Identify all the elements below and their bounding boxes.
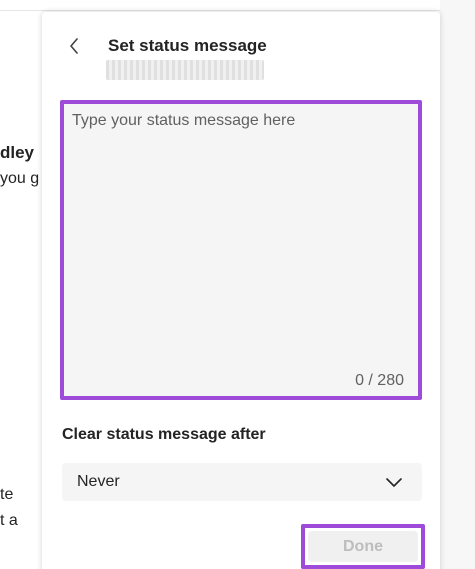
panel-header: Set status message bbox=[42, 12, 440, 82]
panel-title: Set status message bbox=[108, 36, 267, 55]
done-button-highlight: Done bbox=[301, 524, 425, 569]
top-divider bbox=[0, 10, 475, 11]
done-button[interactable]: Done bbox=[308, 531, 418, 562]
status-message-input[interactable] bbox=[72, 112, 410, 362]
backdrop bbox=[440, 0, 475, 569]
clear-after-selected: Never bbox=[77, 473, 120, 490]
background-text: you g bbox=[0, 170, 40, 187]
page: dley you g te t a Set status message 0 /… bbox=[0, 0, 475, 569]
background-text: t a bbox=[0, 512, 18, 529]
chevron-left-icon bbox=[70, 38, 78, 54]
background-text: te bbox=[0, 486, 14, 503]
user-name-redacted bbox=[106, 60, 264, 80]
set-status-panel: Set status message 0 / 280 Clear status … bbox=[42, 12, 440, 569]
status-message-box: 0 / 280 bbox=[60, 100, 422, 400]
back-button[interactable] bbox=[62, 34, 86, 58]
background-name: dley bbox=[0, 143, 35, 162]
clear-after-label: Clear status message after bbox=[62, 426, 266, 443]
chevron-down-icon bbox=[386, 478, 402, 487]
character-counter: 0 / 280 bbox=[355, 372, 404, 389]
clear-after-dropdown[interactable]: Never bbox=[62, 463, 422, 501]
